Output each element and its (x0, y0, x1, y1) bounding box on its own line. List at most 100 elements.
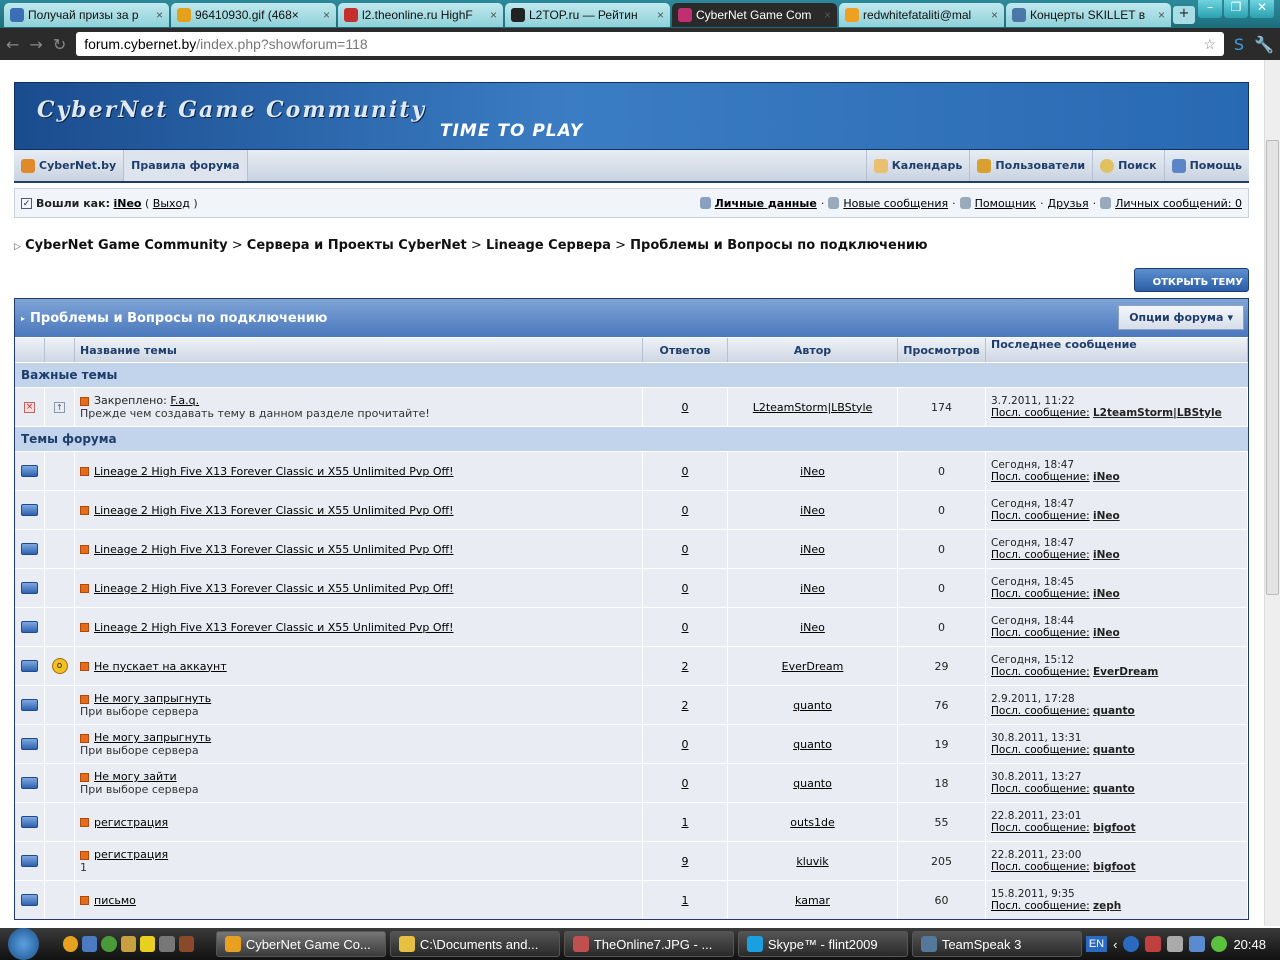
start-button[interactable] (8, 928, 39, 960)
tab-close-icon[interactable]: × (824, 8, 831, 22)
desktop-quicklaunch-icon[interactable] (81, 936, 98, 952)
browser-tab[interactable]: L2TOP.ru — Рейтин × (505, 3, 670, 27)
new-tab-button[interactable]: + (1173, 6, 1195, 24)
topic-title-link[interactable]: F.a.q. (170, 394, 199, 407)
replies-link[interactable]: 2 (682, 699, 689, 712)
nav-forum-rules[interactable]: Правила форума (124, 150, 248, 181)
last-poster-link[interactable]: iNeo (1093, 471, 1120, 483)
game-quicklaunch-icon[interactable] (178, 936, 194, 952)
replies-link[interactable]: 0 (682, 738, 689, 751)
last-post-link[interactable]: Посл. сообщение: (991, 510, 1090, 522)
header-last-post[interactable]: Последнее сообщение (986, 338, 1248, 362)
tab-close-icon[interactable]: × (490, 8, 497, 22)
topic-title-link[interactable]: Не могу запрыгнуть (94, 692, 211, 705)
author-link[interactable]: L2teamStorm|LBStyle (753, 401, 873, 414)
browser-tab[interactable]: redwhitefataliti@mal × (839, 3, 1004, 27)
author-link[interactable]: kamar (795, 894, 830, 907)
last-post-link[interactable]: Посл. сообщение: (991, 627, 1090, 639)
last-post-link[interactable]: Посл. сообщение: (991, 666, 1090, 678)
maximize-button[interactable]: ❐ (1224, 0, 1248, 18)
new-posts-icon[interactable] (80, 584, 89, 593)
username-link[interactable]: iNeo (113, 197, 141, 210)
taskbar-window-button[interactable]: Skype™ - flint2009 (737, 931, 908, 957)
topic-title-link[interactable]: регистрация (94, 816, 168, 829)
assistant-link[interactable]: Помощник (975, 197, 1036, 210)
last-post-link[interactable]: Посл. сообщение: (991, 588, 1090, 600)
last-poster-link[interactable]: quanto (1093, 783, 1135, 795)
topic-title-link[interactable]: Lineage 2 High Five X13 Forever Classic … (94, 543, 454, 556)
topic-title-link[interactable]: Не пускает на аккаунт (94, 660, 227, 673)
app-quicklaunch-icon[interactable] (139, 936, 156, 952)
tab-close-icon[interactable]: × (156, 8, 163, 22)
tray-icon[interactable] (1211, 936, 1228, 952)
browser-tab[interactable]: Концерты SKILLET в × (1006, 3, 1171, 27)
utorrent-quicklaunch-icon[interactable] (101, 936, 117, 952)
nav-calendar[interactable]: Календарь (865, 150, 970, 181)
minimize-button[interactable]: – (1198, 0, 1222, 18)
tray-icon[interactable] (1145, 936, 1162, 952)
new-topic-button[interactable]: ОТКРЫТЬ ТЕМУ (1134, 268, 1249, 292)
new-posts-icon[interactable] (80, 545, 89, 554)
header-views[interactable]: Просмотров (898, 338, 986, 362)
topic-title-link[interactable]: Lineage 2 High Five X13 Forever Classic … (94, 465, 454, 478)
logout-link[interactable]: Выход (153, 197, 190, 210)
tab-close-icon[interactable]: × (657, 8, 664, 22)
new-posts-icon[interactable] (80, 506, 89, 515)
tray-icon[interactable] (1123, 936, 1140, 952)
last-post-link[interactable]: Посл. сообщение: (991, 705, 1090, 717)
nav-search[interactable]: Поиск (1092, 150, 1163, 181)
last-poster-link[interactable]: quanto (1093, 744, 1135, 756)
last-poster-link[interactable]: EverDream (1093, 666, 1158, 678)
browser-tab[interactable]: 96410930.gif (468× × (171, 3, 336, 27)
replies-link[interactable]: 0 (682, 543, 689, 556)
author-link[interactable]: iNeo (800, 465, 825, 478)
forum-options-button[interactable]: Опции форума ▾ (1118, 305, 1244, 330)
last-post-link[interactable]: Посл. сообщение: (991, 471, 1090, 483)
chrome-quicklaunch-icon[interactable] (62, 936, 78, 952)
breadcrumb-item[interactable]: CyberNet Game Community (25, 238, 228, 253)
last-post-link[interactable]: Посл. сообщение: (991, 900, 1090, 912)
replies-link[interactable]: 0 (682, 777, 689, 790)
taskbar-window-button[interactable]: CyberNet Game Co... (215, 931, 386, 957)
tray-expand-icon[interactable]: ‹ (1113, 937, 1117, 952)
last-poster-link[interactable]: iNeo (1093, 627, 1120, 639)
last-post-link[interactable]: Посл. сообщение: (991, 744, 1090, 756)
header-topic[interactable]: Название темы (75, 338, 643, 362)
last-post-link[interactable]: Посл. сообщение: (991, 861, 1090, 873)
language-indicator[interactable]: EN (1085, 936, 1108, 952)
last-poster-link[interactable]: bigfoot (1093, 822, 1136, 834)
author-link[interactable]: iNeo (800, 504, 825, 517)
last-poster-link[interactable]: iNeo (1093, 588, 1120, 600)
last-poster-link[interactable]: quanto (1093, 705, 1135, 717)
replies-link[interactable]: 0 (682, 504, 689, 517)
game-quicklaunch-icon[interactable] (159, 936, 175, 952)
clock[interactable]: 20:48 (1233, 937, 1266, 952)
back-icon[interactable]: ← (6, 35, 19, 54)
last-poster-link[interactable]: L2teamStorm|LBStyle (1093, 407, 1222, 419)
author-link[interactable]: quanto (793, 777, 832, 790)
replies-link[interactable]: 2 (682, 660, 689, 673)
browser-tab[interactable]: l2.theonline.ru HighF × (338, 3, 503, 27)
tray-icon[interactable] (1167, 936, 1184, 952)
wrench-menu-icon[interactable]: 🔧 (1254, 35, 1274, 54)
last-post-link[interactable]: Посл. сообщение: (991, 407, 1090, 419)
new-posts-icon[interactable] (80, 623, 89, 632)
browser-tab[interactable]: Получай призы за р × (4, 3, 169, 27)
last-post-link[interactable]: Посл. сообщение: (991, 783, 1090, 795)
replies-link[interactable]: 9 (682, 855, 689, 868)
tab-close-icon[interactable]: × (323, 8, 330, 22)
author-link[interactable]: outs1de (790, 816, 835, 829)
topic-title-link[interactable]: Lineage 2 High Five X13 Forever Classic … (94, 582, 454, 595)
replies-link[interactable]: 0 (682, 401, 689, 414)
tab-close-icon[interactable]: × (991, 8, 998, 22)
new-posts-icon[interactable] (80, 850, 89, 860)
my-controls-link[interactable]: Личные данные (715, 197, 817, 210)
last-poster-link[interactable]: bigfoot (1093, 861, 1136, 873)
header-author[interactable]: Автор (728, 338, 898, 362)
author-link[interactable]: quanto (793, 738, 832, 751)
last-poster-link[interactable]: iNeo (1093, 549, 1120, 561)
replies-link[interactable]: 1 (682, 816, 689, 829)
address-bar[interactable]: forum.cybernet.by/index.php?showforum=11… (76, 32, 1224, 56)
replies-link[interactable]: 0 (682, 582, 689, 595)
new-posts-link[interactable]: Новые сообщения (843, 197, 948, 210)
